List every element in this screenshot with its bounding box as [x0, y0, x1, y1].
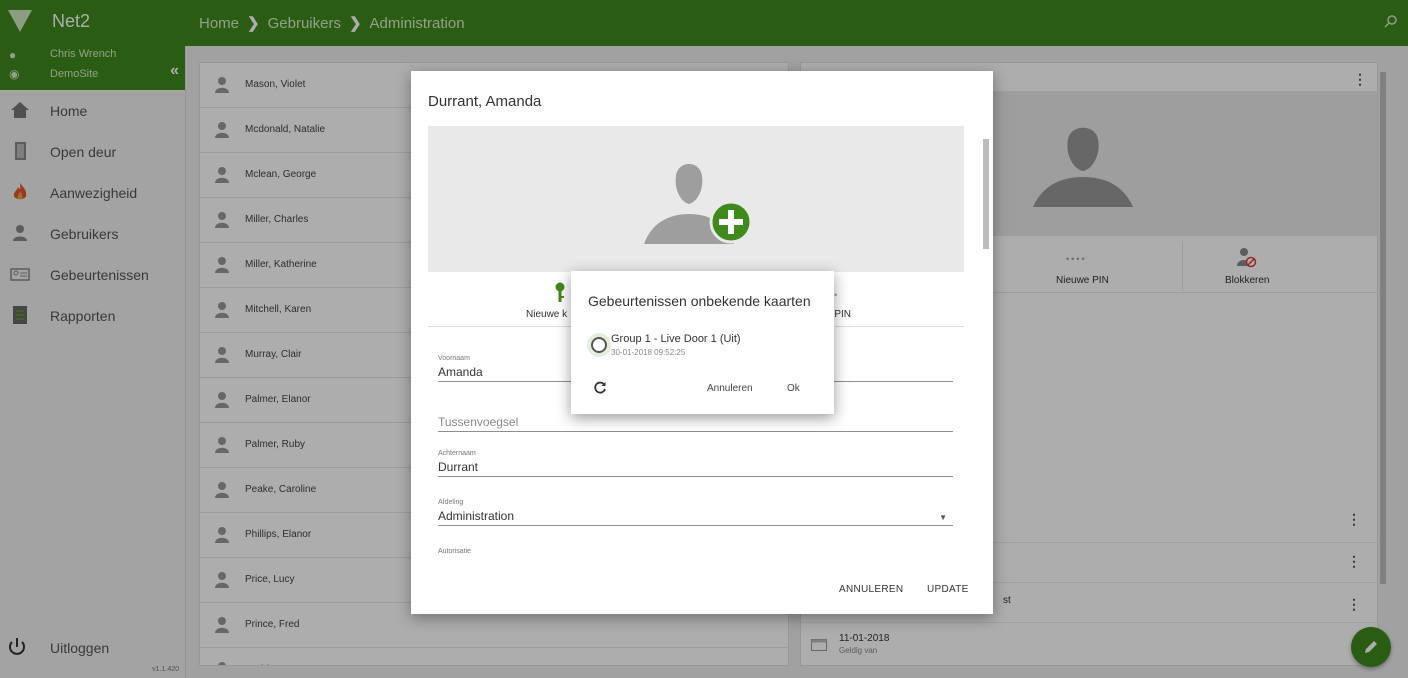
- key-icon: [555, 282, 565, 302]
- add-photo-icon: [644, 164, 753, 244]
- unknown-cards-dialog: Gebeurtenissen onbekende kaarten Group 1…: [571, 271, 834, 414]
- last-name-field[interactable]: Achternaam Durrant: [438, 450, 953, 477]
- authorization-field[interactable]: Autorisatie: [438, 548, 953, 558]
- prefix-field[interactable]: Tussenvoegsel: [438, 415, 953, 432]
- dropdown-arrow-icon: ▼: [939, 513, 947, 522]
- update-button[interactable]: UPDATE: [927, 584, 969, 595]
- cancel-button[interactable]: Annuleren: [707, 383, 753, 394]
- refresh-icon[interactable]: [593, 381, 607, 395]
- cancel-button[interactable]: ANNULEREN: [839, 584, 903, 595]
- event-radio[interactable]: [591, 337, 607, 353]
- dialog-title: Gebeurtenissen onbekende kaarten: [588, 293, 811, 309]
- department-select[interactable]: Afdeling Administration ▼: [438, 499, 953, 526]
- event-option-time: 30-01-2018 09:52:25: [611, 348, 686, 357]
- user-photo-upload[interactable]: [428, 126, 964, 272]
- dialog-title: Durrant, Amanda: [428, 93, 542, 110]
- ok-button[interactable]: Ok: [787, 383, 800, 394]
- new-card-button[interactable]: Nieuwe k: [526, 309, 567, 320]
- dialog-scrollbar[interactable]: [982, 131, 990, 561]
- event-option-label: Group 1 - Live Door 1 (Uit): [611, 333, 741, 345]
